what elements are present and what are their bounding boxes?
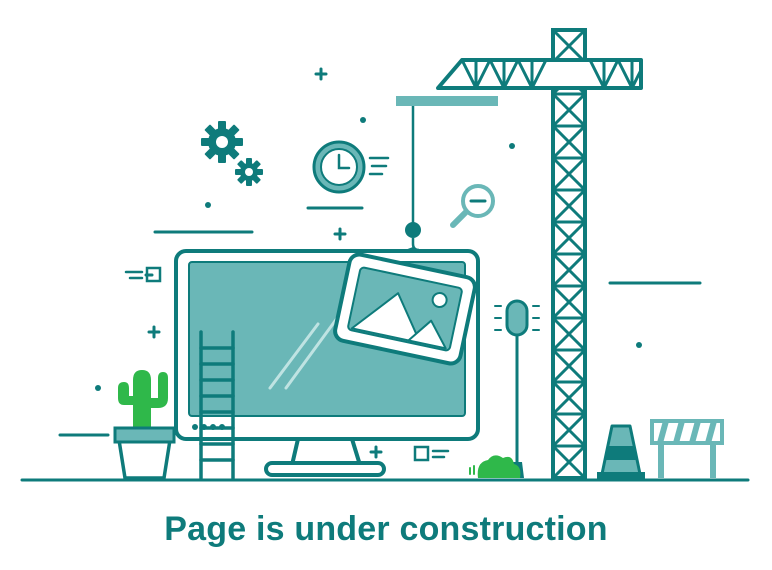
lamp-icon <box>494 299 540 478</box>
bush-icon <box>469 455 521 478</box>
construction-illustration <box>20 28 750 482</box>
barrier-icon <box>650 419 724 478</box>
cactus-icon <box>113 370 176 480</box>
under-construction-page: Page is under construction <box>0 0 772 570</box>
magnifier-icon <box>450 184 495 228</box>
gear-icon <box>201 121 263 186</box>
clock-icon <box>312 140 390 194</box>
under-construction-message: Page is under construction <box>164 510 608 548</box>
traffic-cone-icon <box>597 424 645 479</box>
